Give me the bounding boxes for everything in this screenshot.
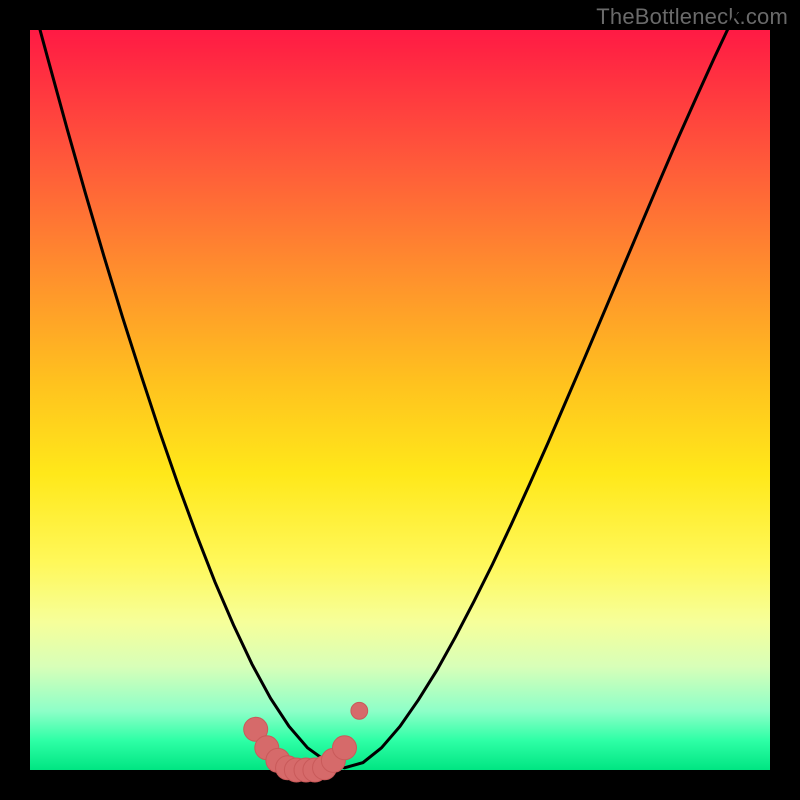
chart-overlay (30, 30, 770, 770)
bottleneck-curve-line (0, 0, 800, 768)
data-marker (333, 736, 357, 760)
data-markers (244, 702, 368, 782)
data-marker (351, 702, 368, 719)
watermark-text: TheBottleneck.com (596, 4, 788, 30)
